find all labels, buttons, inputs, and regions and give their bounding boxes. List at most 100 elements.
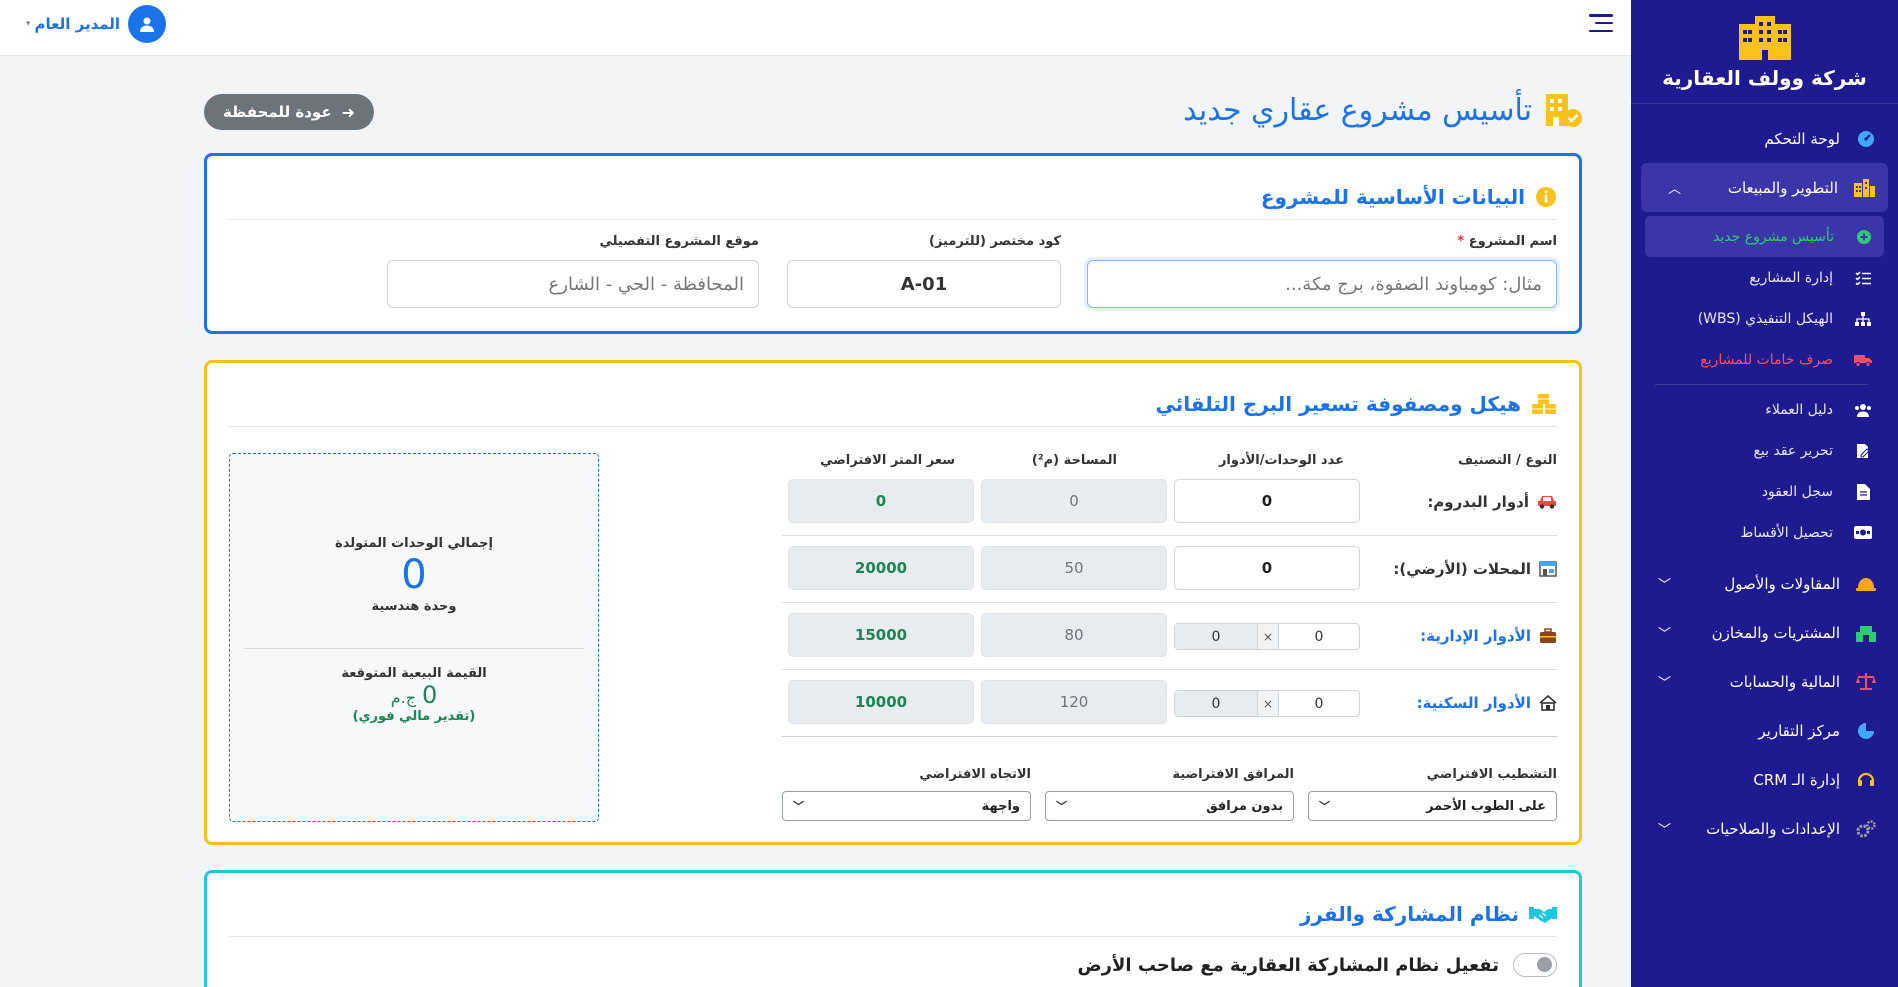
sidebar-item-label: التطوير والمبيعات (1727, 178, 1838, 197)
users-icon (1853, 403, 1873, 417)
matrix-row-basement: أدوار البدروم: 0 0 0 (782, 469, 1557, 536)
facilities-select[interactable]: بدون مرافق ﹀ (1045, 791, 1294, 821)
chevron-down-icon: ﹀ (1657, 627, 1671, 642)
project-name-input[interactable]: مثال: كومباوند الصفوة، برج مكة... (1087, 260, 1557, 308)
chevron-down-icon: ﹀ (1657, 676, 1671, 691)
offices-floors-units-input[interactable]: 0 × 0 (1174, 623, 1360, 650)
headset-icon (1854, 771, 1878, 789)
direction-value: واجهة (981, 798, 1020, 814)
sidebar: شركة وولف العقارية لوحة التحكم التطوير و… (1631, 0, 1898, 987)
submenu-item-clients[interactable]: دليل العملاء (1631, 389, 1898, 430)
project-name-label-text: اسم المشروع (1468, 234, 1557, 249)
row-label-text: الأدوار السكنية: (1416, 694, 1531, 712)
card-title-text: نظام المشاركة والفرز (1299, 901, 1519, 926)
units-unit: وحدة هندسية (371, 599, 457, 614)
file-signature-icon (1853, 443, 1873, 459)
submenu-item-label: الهيكل التنفيذي (WBS) (1697, 310, 1833, 327)
city-icon (1852, 178, 1876, 197)
partnership-toggle[interactable] (1513, 953, 1557, 977)
basement-count-input[interactable]: 0 (1174, 479, 1360, 523)
sidebar-item-dev-sales[interactable]: التطوير والمبيعات ︿ (1641, 163, 1888, 212)
submenu-item-sale-contract[interactable]: تحرير عقد بيع (1631, 430, 1898, 471)
sidebar-item-crm[interactable]: إدارة الـ CRM (1631, 755, 1898, 804)
sidebar-item-reports[interactable]: مركز التقارير (1631, 706, 1898, 755)
pricing-summary-panel: إجمالي الوحدات المتولدة 0 وحدة هندسية ال… (229, 453, 599, 822)
sidebar-item-label: المالية والحسابات (1729, 672, 1840, 691)
hard-hat-icon (1854, 576, 1878, 592)
row-label-text: المحلات (الأرضي): (1393, 560, 1531, 578)
project-location-placeholder: المحافظة - الحي - الشارع (548, 273, 744, 295)
user-menu[interactable]: المدير العام ▾ (26, 5, 167, 43)
brand-name: شركة وولف العقارية (1662, 65, 1867, 90)
submenu-item-manage-projects[interactable]: إدارة المشاريع (1631, 257, 1898, 298)
facilities-value: بدون مرافق (1206, 798, 1283, 814)
submenu-item-label: تحصيل الأقساط (1740, 524, 1833, 541)
submenu-item-new-project[interactable]: تأسيس مشروع جديد (1645, 216, 1884, 257)
submenu-item-label: صرف خامات للمشاريع (1700, 351, 1833, 368)
sidebar-nav: لوحة التحكم التطوير والمبيعات ︿ تأسيس مش… (1631, 104, 1898, 853)
finishing-label: التشطيب الافتراضي (1426, 767, 1557, 782)
info-icon (1535, 186, 1557, 208)
building-check-icon (1546, 94, 1582, 127)
page-title-text: تأسيس مشروع عقاري جديد (1183, 92, 1532, 128)
topbar: المدير العام ▾ (0, 0, 1631, 56)
direction-select[interactable]: واجهة ﹀ (782, 791, 1031, 821)
chevron-down-icon: ﹀ (1319, 800, 1330, 813)
offices-area-input[interactable]: 80 (981, 613, 1167, 657)
basement-price-input[interactable]: 0 (788, 479, 974, 523)
residential-floors-input[interactable]: 0 (1279, 696, 1359, 712)
submenu-item-contracts-log[interactable]: سجل العقود (1631, 471, 1898, 512)
sidebar-item-dashboard[interactable]: لوحة التحكم (1631, 114, 1898, 163)
submenu-item-installments[interactable]: تحصيل الأقساط (1631, 512, 1898, 553)
finishing-value: على الطوب الأحمر (1426, 798, 1546, 814)
row-label: الأدوار السكنية: (1417, 670, 1557, 736)
brand[interactable]: شركة وولف العقارية (1631, 0, 1898, 104)
finishing-select[interactable]: على الطوب الأحمر ﹀ (1308, 791, 1557, 821)
chevron-down-icon: ﹀ (793, 800, 804, 813)
sidebar-item-settings[interactable]: الإعدادات والصلاحيات ﹀ (1631, 804, 1898, 853)
offices-units-input[interactable]: 0 (1175, 624, 1257, 649)
submenu-item-label: تأسيس مشروع جديد (1713, 228, 1834, 245)
direction-label: الاتجاه الافتراضي (919, 767, 1031, 782)
scale-icon (1854, 672, 1878, 691)
submenu-divider (1655, 384, 1868, 385)
card-title-text: هيكل ومصفوفة تسعير البرج التلقائي (1155, 391, 1521, 416)
submenu-item-materials[interactable]: صرف خامات للمشاريع (1631, 339, 1898, 380)
pricing-matrix-card: هيكل ومصفوفة تسعير البرج التلقائي النوع … (204, 360, 1582, 845)
pricing-matrix-title: هيكل ومصفوفة تسعير البرج التلقائي (229, 381, 1557, 427)
shops-count-input[interactable]: 0 (1174, 546, 1360, 590)
gauge-icon (1854, 130, 1878, 148)
submenu-item-wbs[interactable]: الهيكل التنفيذي (WBS) (1631, 298, 1898, 339)
money-bill-icon (1853, 526, 1873, 539)
sidebar-item-finance[interactable]: المالية والحسابات ﹀ (1631, 657, 1898, 706)
basement-area-input[interactable]: 0 (981, 479, 1167, 523)
sitemap-icon (1853, 311, 1873, 326)
row-label: الأدوار الإدارية: (1420, 603, 1557, 669)
project-location-input[interactable]: المحافظة - الحي - الشارع (387, 260, 759, 308)
toggle-knob (1537, 957, 1552, 972)
residential-area-input[interactable]: 120 (981, 680, 1167, 724)
offices-price-input[interactable]: 15000 (788, 613, 974, 657)
sidebar-item-purchases[interactable]: المشتريات والمخازن ﹀ (1631, 608, 1898, 657)
project-code-label: كود مختصر (للترميز) (929, 234, 1061, 249)
row-label-text: الأدوار الإدارية: (1420, 627, 1531, 645)
project-code-input[interactable]: A-01 (787, 260, 1061, 308)
units-summary: إجمالي الوحدات المتولدة 0 وحدة هندسية (230, 536, 598, 614)
offices-floors-input[interactable]: 0 (1279, 629, 1359, 645)
sidebar-item-contractors[interactable]: المقاولات والأصول ﹀ (1631, 559, 1898, 608)
gears-icon (1854, 819, 1878, 838)
residential-floors-units-input[interactable]: 0 × 0 (1174, 690, 1360, 717)
back-to-portfolio-button[interactable]: ➜ عودة للمحفظة (204, 94, 374, 130)
hamburger-icon[interactable] (1589, 12, 1613, 34)
warehouse-icon (1854, 624, 1878, 642)
matrix-row-shops: المحلات (الأرضي): 0 50 20000 (782, 536, 1557, 603)
residential-price-input[interactable]: 10000 (788, 680, 974, 724)
shops-price-input[interactable]: 20000 (788, 546, 974, 590)
col-header-count: عدد الوحدات/الأدوار (1218, 453, 1344, 468)
sidebar-item-label: إدارة الـ CRM (1753, 770, 1840, 789)
residential-units-input[interactable]: 0 (1175, 691, 1257, 716)
card-title-text: البيانات الأساسية للمشروع (1260, 184, 1525, 209)
user-name: المدير العام (34, 15, 121, 33)
handshake-icon (1529, 904, 1557, 924)
shops-area-input[interactable]: 50 (981, 546, 1167, 590)
